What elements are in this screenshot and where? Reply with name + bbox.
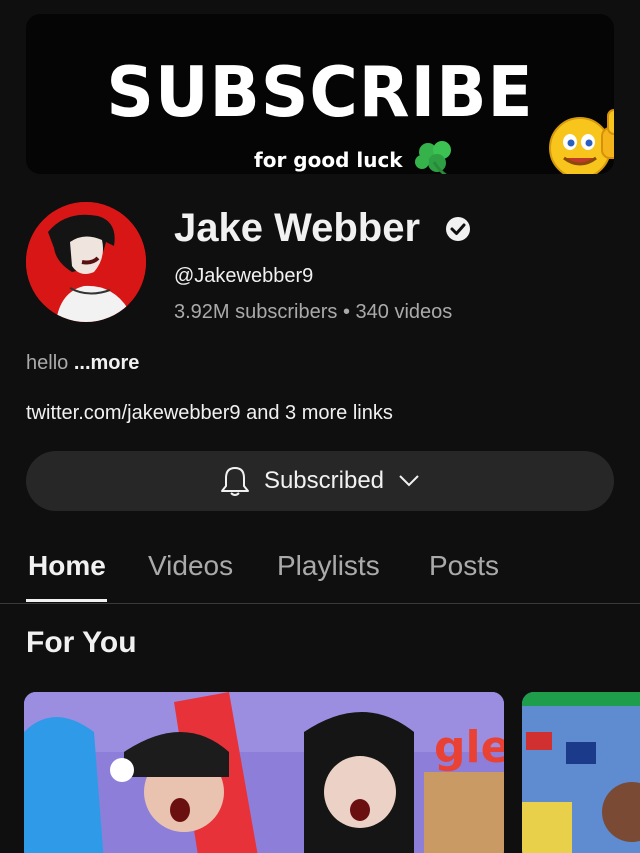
channel-handle: @Jakewebber9 xyxy=(174,265,314,287)
channel-name: Jake Webber xyxy=(174,206,421,250)
thumbnail-image xyxy=(522,692,640,853)
channel-links[interactable]: twitter.com/jakewebber9 and 3 more links xyxy=(26,402,393,425)
channel-stats: 3.92M subscribers • 340 videos xyxy=(174,301,452,324)
video-thumbnail[interactable] xyxy=(522,692,640,853)
more-links-text[interactable]: and 3 more links xyxy=(246,402,393,424)
thumbs-up-emoji-icon xyxy=(549,109,614,174)
section-title: For You xyxy=(26,626,137,659)
twitter-link[interactable]: twitter.com/jakewebber9 xyxy=(26,402,241,424)
channel-description[interactable]: hello ...more xyxy=(26,352,139,375)
tab-posts[interactable]: Posts xyxy=(429,550,499,582)
channel-banner: SUBSCRIBE for good luck xyxy=(26,14,614,174)
subscriber-count: 3.92M subscribers xyxy=(174,301,338,323)
verified-badge-icon xyxy=(446,217,470,241)
chevron-down-icon xyxy=(399,475,419,487)
video-count: 340 videos xyxy=(355,301,453,323)
bell-icon xyxy=(220,467,249,496)
clover-icon xyxy=(415,141,451,174)
svg-text:gle: gle xyxy=(434,722,504,773)
active-tab-indicator xyxy=(26,599,107,602)
channel-avatar[interactable] xyxy=(26,202,146,322)
subscribed-label: Subscribed xyxy=(263,467,385,494)
tab-home[interactable]: Home xyxy=(28,550,106,582)
channel-tabs: Home Videos Playlists Posts xyxy=(0,540,640,604)
avatar-image xyxy=(26,202,146,322)
stats-separator: • xyxy=(342,301,350,323)
subscribed-button[interactable]: Subscribed xyxy=(26,451,614,511)
more-link[interactable]: ...more xyxy=(74,352,140,374)
banner-title: SUBSCRIBE xyxy=(106,52,534,133)
video-thumbnail[interactable]: gle xyxy=(24,692,504,853)
banner-subtitle: for good luck xyxy=(254,148,403,172)
thumbnail-image: gle xyxy=(24,692,504,853)
description-text: hello xyxy=(26,352,69,374)
tab-playlists[interactable]: Playlists xyxy=(277,550,380,582)
tab-videos[interactable]: Videos xyxy=(148,550,233,582)
